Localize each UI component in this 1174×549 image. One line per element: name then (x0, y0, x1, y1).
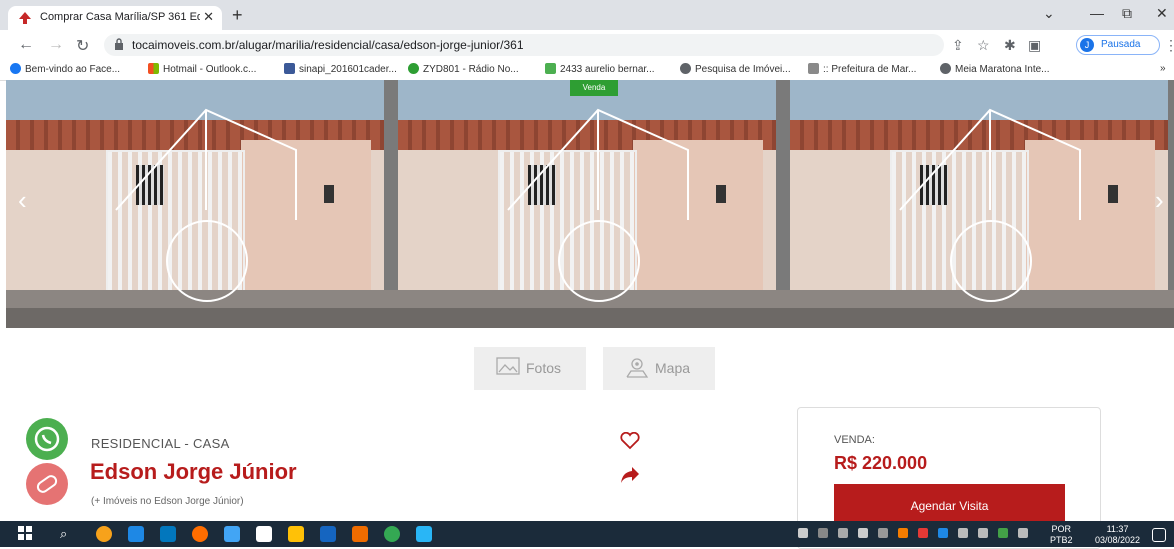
volume-icon[interactable] (958, 528, 968, 538)
tray-app-icon[interactable] (838, 528, 848, 538)
search-icon[interactable]: ⌕ (60, 526, 76, 542)
menu-icon[interactable]: ⋮ (1164, 37, 1174, 54)
network-icon[interactable] (978, 528, 988, 538)
tray-app-icon[interactable] (878, 528, 888, 538)
gallery-next-arrow[interactable]: › (1155, 185, 1164, 216)
heart-icon[interactable] (620, 432, 640, 450)
maps-icon (545, 63, 556, 74)
new-tab-button[interactable]: + (232, 5, 243, 26)
whatsapp-glyph-icon (34, 426, 60, 452)
windows-start-icon[interactable] (18, 526, 34, 542)
address-bar-row: ← → ↻ tocaimoveis.com.br/alugar/marilia/… (0, 30, 1174, 60)
tab-title: Comprar Casa Marília/SP 361 Edso (40, 11, 200, 23)
share-arrow-icon[interactable] (620, 466, 640, 484)
bookmark-star-icon[interactable]: ☆ (977, 37, 990, 54)
whatsapp-icon[interactable] (26, 418, 68, 460)
windows-taskbar: ⌕ POR PTB2 11:37 03/08/2022 (0, 521, 1174, 547)
gallery-prev-arrow[interactable]: ‹ (18, 185, 27, 216)
status-badge: Venda (570, 80, 618, 96)
site-logo-icon (19, 12, 31, 24)
price-value: R$ 220.000 (834, 453, 928, 473)
calendar-icon[interactable] (224, 526, 240, 542)
property-photo[interactable] (790, 80, 1174, 328)
tray-app-icon[interactable] (918, 528, 928, 538)
bookmark-item[interactable]: Bem-vindo ao Face... (10, 63, 120, 75)
tray-app-icon[interactable] (818, 528, 828, 538)
bookmark-item[interactable]: sinapi_201601cader... (284, 63, 397, 75)
address-bar[interactable]: tocaimoveis.com.br/alugar/marilia/reside… (104, 34, 944, 56)
more-properties-link[interactable]: (+ Imóveis no Edson Jorge Júnior) (91, 496, 244, 507)
forward-arrow-icon[interactable]: → (48, 36, 64, 54)
word-icon[interactable] (320, 526, 336, 542)
sale-label: VENDA: (834, 434, 875, 446)
map-button[interactable]: Mapa (603, 347, 715, 390)
bluetooth-icon[interactable] (938, 528, 948, 538)
bookmark-item[interactable]: Meia Maratona Inte... (940, 63, 1050, 75)
bookmarks-bar: Bem-vindo ao Face... Hotmail - Outlook.c… (0, 60, 1174, 81)
edge-icon[interactable] (128, 526, 144, 542)
photo-gallery[interactable]: ‹ › (0, 80, 1174, 328)
tab-search-icon[interactable]: ⌄ (1043, 5, 1055, 22)
url-text: tocaimoveis.com.br/alugar/marilia/reside… (132, 38, 524, 52)
back-arrow-icon[interactable]: ← (18, 36, 34, 54)
image-icon (808, 63, 819, 74)
photos-button[interactable]: Fotos (474, 347, 586, 390)
tray-app-icon[interactable] (858, 528, 868, 538)
notepad-icon[interactable] (256, 526, 272, 542)
bookmark-item[interactable]: ZYD801 - Rádio No... (408, 63, 519, 75)
bookmark-item[interactable]: Hotmail - Outlook.c... (148, 63, 256, 75)
profile-status: Pausada (1101, 39, 1141, 50)
close-tab-icon[interactable]: ✕ (203, 9, 214, 25)
tray-app-icon[interactable] (898, 528, 908, 538)
close-window-button[interactable]: ✕ (1156, 5, 1168, 22)
tray-app-icon[interactable] (798, 528, 808, 538)
bookmark-item[interactable]: 2433 aurelio bernar... (545, 63, 655, 75)
file-explorer-icon[interactable] (288, 526, 304, 542)
chrome-canary-icon[interactable] (96, 526, 112, 542)
pen-icon[interactable] (1018, 528, 1028, 538)
image-icon (496, 357, 520, 375)
bookmark-item[interactable]: :: Prefeitura de Mar... (808, 63, 916, 75)
language-indicator[interactable]: POR PTB2 (1050, 524, 1073, 546)
page-title: Edson Jorge Júnior (90, 459, 297, 484)
browser-tab[interactable]: Comprar Casa Marília/SP 361 Edso ✕ (8, 6, 222, 30)
globe-icon (680, 63, 691, 74)
capsule-icon (36, 475, 58, 493)
firefox-icon[interactable] (192, 526, 208, 542)
restore-button[interactable]: ⧉ (1122, 5, 1132, 22)
radio-icon (408, 63, 419, 74)
property-photo[interactable] (6, 80, 398, 328)
avatar: J (1080, 38, 1094, 52)
facebook-icon (10, 63, 21, 74)
powerpoint-icon[interactable] (352, 526, 368, 542)
extensions-icon[interactable]: ✱ (1004, 37, 1016, 54)
side-panel-icon[interactable]: ▣ (1028, 37, 1041, 54)
profile-button[interactable]: J Pausada (1076, 35, 1160, 55)
property-photo[interactable] (398, 80, 790, 328)
browser-tab-bar: Comprar Casa Marília/SP 361 Edso ✕ + ⌄ —… (0, 0, 1174, 30)
reload-icon[interactable]: ↻ (76, 36, 89, 56)
media-player-icon[interactable] (160, 526, 176, 542)
lock-icon (115, 38, 123, 50)
photos-app-icon[interactable] (416, 526, 432, 542)
microsoft-icon (148, 63, 159, 74)
share-icon[interactable]: ⇪ (952, 37, 964, 54)
map-pin-icon (626, 358, 649, 378)
pill-icon (26, 463, 68, 505)
property-category: RESIDENCIAL - CASA (91, 436, 230, 451)
clock[interactable]: 11:37 03/08/2022 (1095, 524, 1140, 546)
notifications-icon[interactable] (1152, 528, 1166, 542)
document-icon (284, 63, 295, 74)
bookmark-item[interactable]: Pesquisa de Imóvei... (680, 63, 791, 75)
more-bookmarks-button[interactable]: » (1160, 63, 1166, 74)
globe-icon (940, 63, 951, 74)
tray-app-icon[interactable] (998, 528, 1008, 538)
minimize-button[interactable]: — (1090, 5, 1104, 21)
photos-label: Fotos (526, 360, 562, 376)
chrome-icon[interactable] (384, 526, 400, 542)
map-label: Mapa (655, 360, 691, 376)
